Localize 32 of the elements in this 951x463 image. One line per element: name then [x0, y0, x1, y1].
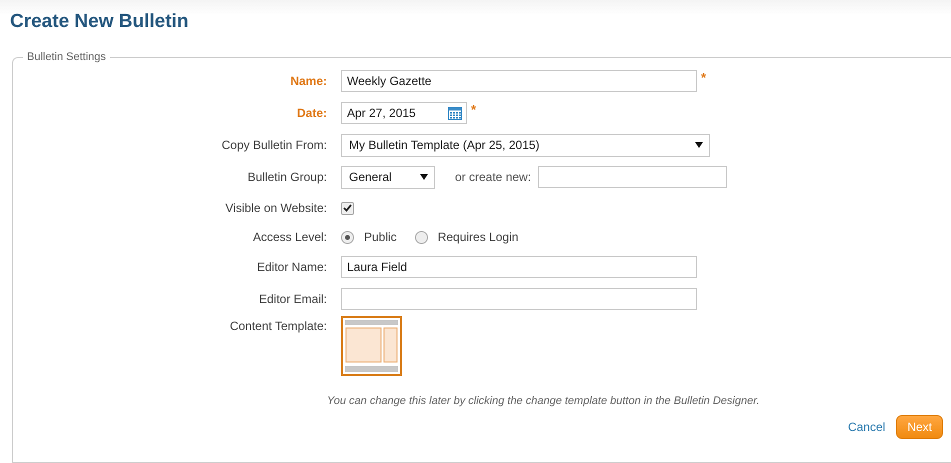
field-label: Content Template:: [230, 318, 327, 333]
field-label: Visible on Website:: [225, 201, 327, 215]
date-field[interactable]: Apr 27, 2015: [341, 102, 467, 124]
field-label: Editor Email:: [258, 292, 327, 306]
new-group-field[interactable]: [538, 166, 728, 188]
copy-from-dropdown[interactable]: My Bulletin Template (Apr 25, 2015): [341, 134, 710, 156]
cancel-link[interactable]: Cancel: [848, 420, 886, 434]
radio-button[interactable]: [414, 230, 428, 244]
field-label: Date:: [296, 106, 327, 120]
section-legend: Bulletin Settings: [23, 51, 110, 63]
text-field[interactable]: Laura Field: [341, 256, 697, 278]
text-field[interactable]: [341, 288, 697, 310]
caret-icon: [420, 174, 428, 180]
calendar-icon[interactable]: [448, 106, 462, 120]
hint-text: You can change this later by clicking the change template button in the Bulletin Designer.: [327, 395, 761, 407]
checkbox[interactable]: [341, 202, 354, 214]
radio-label: Requires Login: [438, 230, 518, 244]
field-label: Access Level:: [252, 230, 327, 244]
field-label: or create new:: [455, 170, 532, 184]
layout-template-thumbnail[interactable]: [341, 316, 402, 376]
field-label: Copy Bulletin From:: [222, 138, 327, 152]
required-mark: *: [701, 70, 706, 85]
field-label: Editor Name:: [256, 260, 327, 274]
text-field[interactable]: Weekly Gazette: [341, 70, 697, 92]
page-title: Create New Bulletin: [10, 11, 188, 33]
required-mark: *: [471, 102, 476, 117]
radio-label: Public: [364, 230, 397, 244]
group-dropdown[interactable]: General: [341, 166, 435, 188]
caret-icon: [695, 142, 703, 148]
field-label: Bulletin Group:: [248, 170, 327, 184]
field-label: Name:: [290, 74, 327, 88]
radio-button[interactable]: [341, 230, 354, 244]
